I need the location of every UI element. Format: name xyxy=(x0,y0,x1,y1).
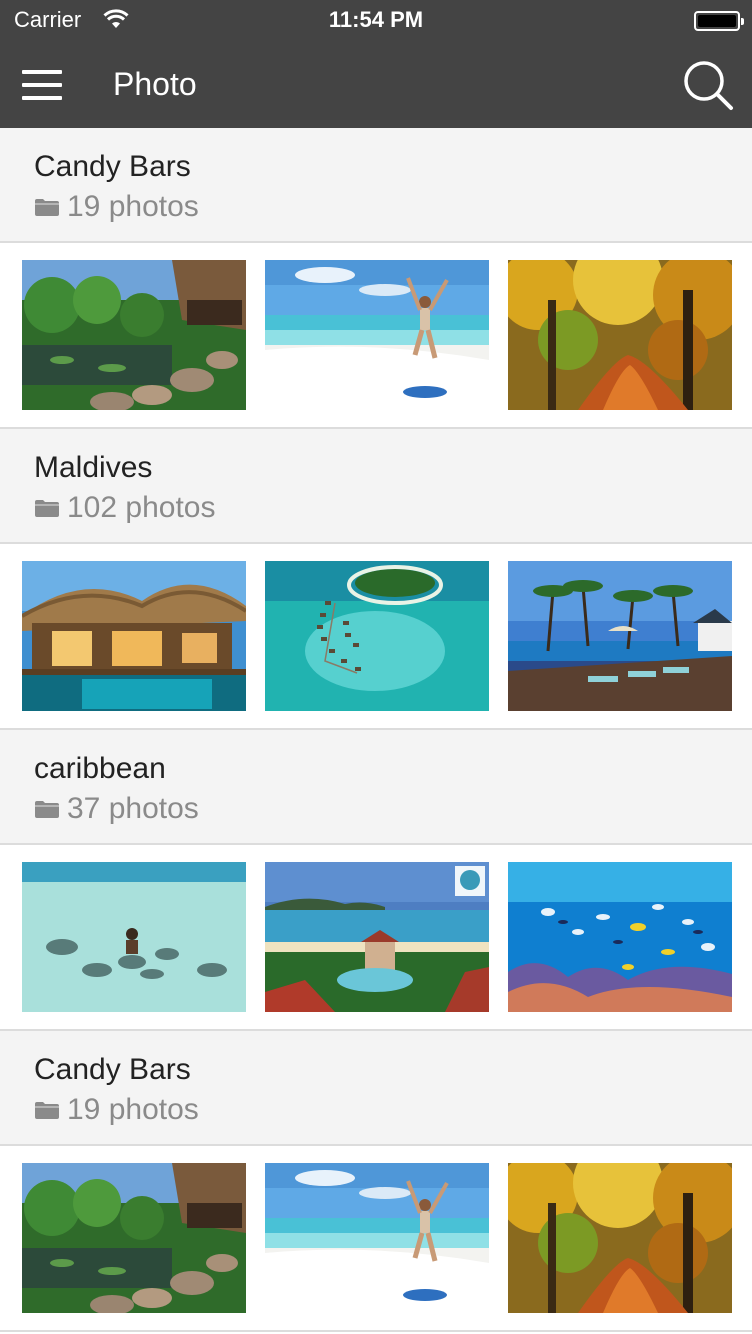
album-list: Candy Bars 19 photos Maldives 102 photos… xyxy=(0,128,752,1332)
album-count-label: 102 photos xyxy=(67,491,216,524)
photo-image xyxy=(508,561,732,711)
photo-image xyxy=(22,1163,246,1313)
clock: 11:54 PM xyxy=(328,7,424,32)
album-title: caribbean xyxy=(34,752,166,785)
photo-row xyxy=(0,544,752,730)
album-title: Maldives xyxy=(34,451,153,484)
photo-thumbnail[interactable] xyxy=(265,1163,489,1313)
photo-image xyxy=(22,260,246,410)
album-count: 102 photos xyxy=(34,491,215,525)
folder-icon xyxy=(35,199,59,216)
album-count-label: 19 photos xyxy=(67,190,199,223)
page-title: Photo xyxy=(113,66,197,102)
album-count-label: 37 photos xyxy=(67,792,199,825)
top-bar: Carrier 11:54 PM Photo xyxy=(0,0,752,128)
photo-image xyxy=(265,1163,489,1313)
search-icon[interactable] xyxy=(682,59,734,111)
photo-image xyxy=(508,862,732,1012)
album-header[interactable]: Candy Bars 19 photos xyxy=(0,128,752,243)
album-count: 19 photos xyxy=(34,1093,199,1127)
folder-icon xyxy=(35,801,59,818)
photo-row xyxy=(0,243,752,429)
photo-thumbnail[interactable] xyxy=(265,260,489,410)
album-header[interactable]: caribbean 37 photos xyxy=(0,730,752,845)
battery-icon xyxy=(694,11,744,31)
album-header[interactable]: Maldives 102 photos xyxy=(0,429,752,544)
photo-thumbnail[interactable] xyxy=(22,561,246,711)
album-count: 19 photos xyxy=(34,190,199,224)
hamburger-menu-icon[interactable] xyxy=(22,70,62,100)
photo-thumbnail[interactable] xyxy=(508,862,732,1012)
photo-image xyxy=(265,260,489,410)
photo-thumbnail[interactable] xyxy=(508,260,732,410)
photo-row xyxy=(0,845,752,1031)
photo-image xyxy=(508,1163,732,1313)
album-count: 37 photos xyxy=(34,792,199,826)
photo-thumbnail[interactable] xyxy=(508,561,732,711)
photo-thumbnail[interactable] xyxy=(22,260,246,410)
album-title: Candy Bars xyxy=(34,150,191,183)
photo-thumbnail[interactable] xyxy=(508,1163,732,1313)
album-count-label: 19 photos xyxy=(67,1093,199,1126)
photo-image xyxy=(265,561,489,711)
navigation-bar: Photo xyxy=(0,40,752,128)
album-title: Candy Bars xyxy=(34,1053,191,1086)
status-bar: Carrier 11:54 PM xyxy=(0,0,752,40)
folder-icon xyxy=(35,500,59,517)
photo-thumbnail[interactable] xyxy=(265,561,489,711)
photo-image xyxy=(22,862,246,1012)
photo-image xyxy=(508,260,732,410)
photo-thumbnail[interactable] xyxy=(22,1163,246,1313)
album-header[interactable]: Candy Bars 19 photos xyxy=(0,1031,752,1146)
folder-icon xyxy=(35,1102,59,1119)
photo-row xyxy=(0,1146,752,1332)
photo-thumbnail[interactable] xyxy=(265,862,489,1012)
photo-image xyxy=(265,862,489,1012)
photo-thumbnail[interactable] xyxy=(22,862,246,1012)
photo-image xyxy=(22,561,246,711)
